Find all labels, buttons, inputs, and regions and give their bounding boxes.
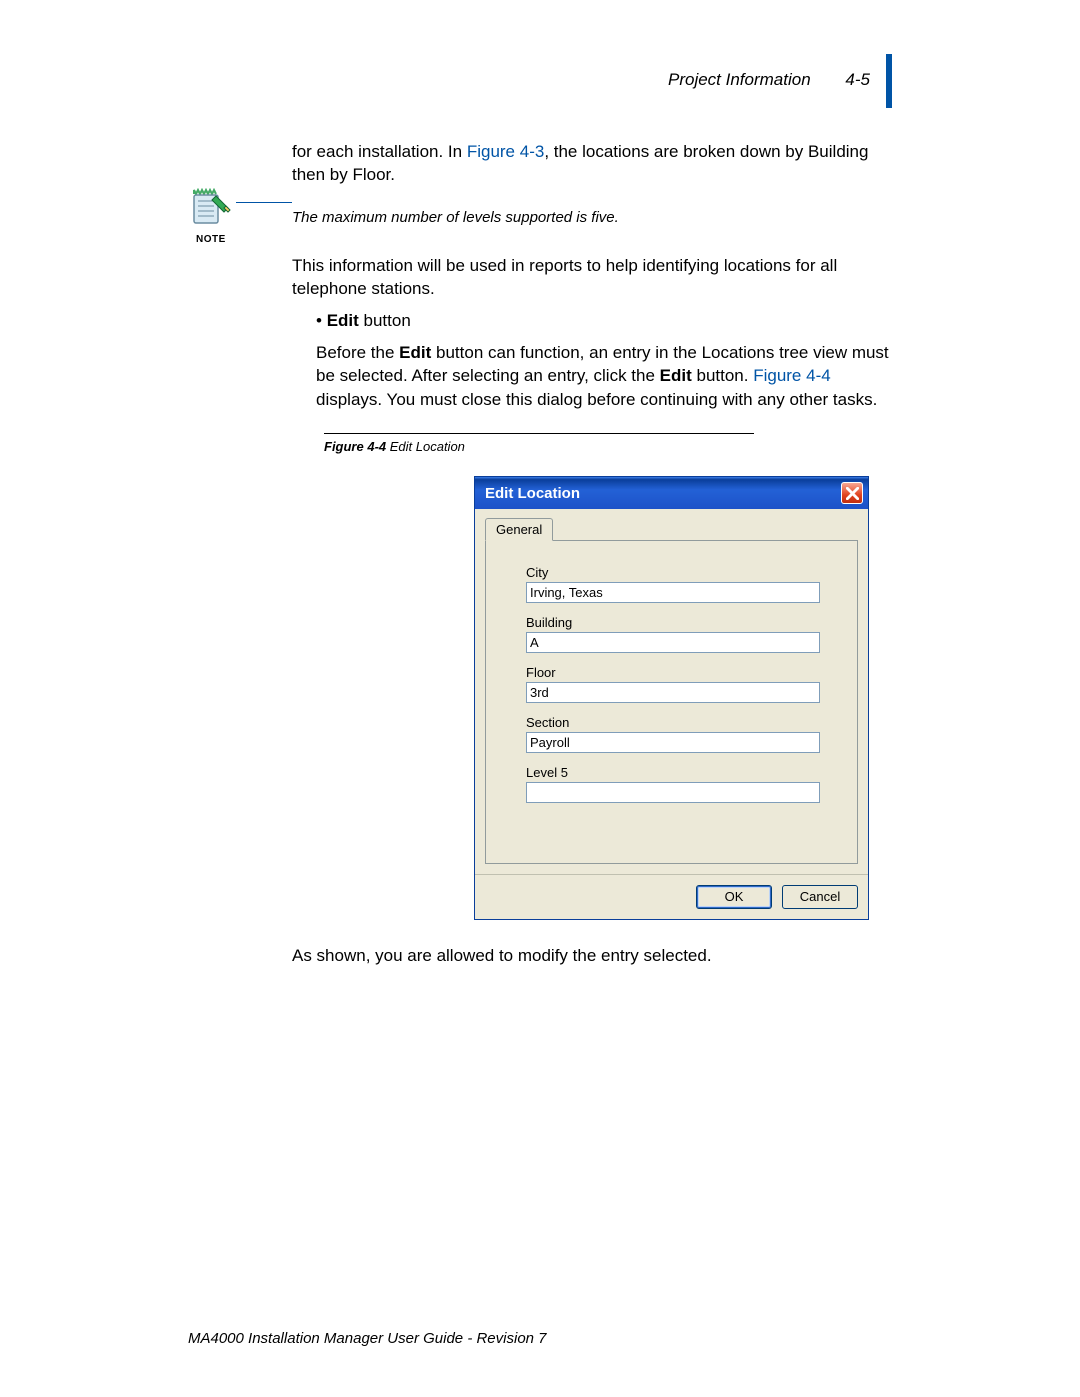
note-block: NOTE (188, 188, 278, 245)
paragraph-2: This information will be used in reports… (292, 254, 892, 301)
tab-general[interactable]: General (485, 518, 553, 541)
building-input[interactable] (526, 632, 820, 653)
figure-4-4-ref[interactable]: Figure 4-4 (753, 366, 830, 385)
floor-label: Floor (526, 665, 817, 680)
note-text: The maximum number of levels supported i… (292, 209, 892, 226)
edit-location-dialog: Edit Location General City Building (474, 476, 869, 920)
edit-description: Before the Edit button can function, an … (316, 341, 892, 411)
intro-paragraph: for each installation. In Figure 4-3, th… (292, 140, 892, 187)
note-connector-line (236, 202, 292, 203)
note-label: NOTE (196, 234, 278, 245)
dialog-button-row: OK Cancel (475, 874, 868, 919)
page-header: Project Information 4-5 (668, 70, 870, 90)
figure-caption: Figure 4-4 Edit Location (324, 439, 892, 454)
building-label: Building (526, 615, 817, 630)
header-section: Project Information (668, 70, 811, 89)
figure-rule (324, 433, 754, 434)
ok-button[interactable]: OK (696, 885, 772, 909)
tab-panel-general: City Building Floor Section Level 5 (485, 541, 858, 864)
level5-input[interactable] (526, 782, 820, 803)
cancel-button[interactable]: Cancel (782, 885, 858, 909)
header-accent-bar (886, 54, 892, 108)
level5-label: Level 5 (526, 765, 817, 780)
section-label: Section (526, 715, 817, 730)
tab-strip: General (485, 517, 858, 541)
section-input[interactable] (526, 732, 820, 753)
city-input[interactable] (526, 582, 820, 603)
close-button[interactable] (841, 482, 863, 504)
edit-bullet: Edit button (316, 311, 892, 331)
city-label: City (526, 565, 817, 580)
header-page-number: 4-5 (845, 70, 870, 89)
close-icon (846, 487, 859, 500)
closing-paragraph: As shown, you are allowed to modify the … (292, 946, 892, 966)
notepad-icon (188, 188, 232, 232)
dialog-title: Edit Location (485, 485, 580, 502)
dialog-titlebar[interactable]: Edit Location (475, 477, 868, 509)
page-footer: MA4000 Installation Manager User Guide -… (188, 1330, 547, 1347)
floor-input[interactable] (526, 682, 820, 703)
figure-4-3-ref[interactable]: Figure 4-3 (467, 142, 544, 161)
